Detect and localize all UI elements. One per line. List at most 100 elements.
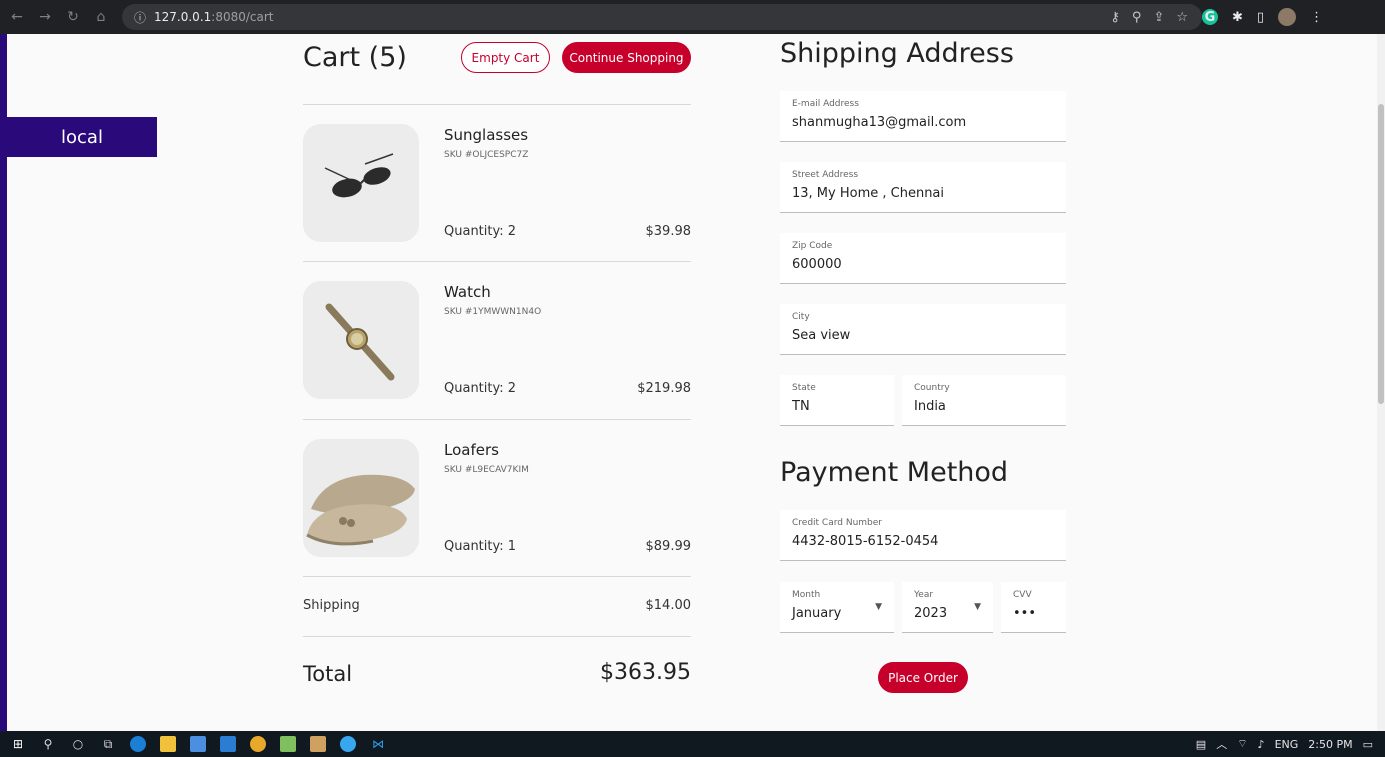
item-sku: SKU #1YMWWN1N4O <box>444 307 542 317</box>
zoom-icon[interactable]: ⚲ <box>1132 10 1142 25</box>
divider <box>303 104 691 105</box>
address-bar[interactable]: ⓘ 127.0.0.1 :8080/cart ⚷ ⚲ ⇪ ☆ <box>122 4 1202 30</box>
shipping-label: Shipping <box>303 598 360 613</box>
mail-icon[interactable] <box>220 736 236 752</box>
year-value: 2023 <box>914 606 948 621</box>
file-explorer-icon[interactable] <box>160 736 176 752</box>
city-value: Sea view <box>792 328 851 343</box>
reload-icon[interactable]: ↻ <box>62 9 84 25</box>
cart-item: Sunglasses SKU #OLJCESPC7Z Quantity: 2 $… <box>303 124 691 242</box>
scroll-thumb[interactable] <box>1378 104 1384 404</box>
item-quantity: Quantity: 2 <box>444 224 517 239</box>
store-icon[interactable] <box>190 736 206 752</box>
country-label: Country <box>914 383 950 393</box>
windows-start-icon[interactable]: ⊞ <box>10 736 26 752</box>
divider <box>303 576 691 577</box>
paint-icon[interactable] <box>310 736 326 752</box>
zip-label: Zip Code <box>792 241 833 251</box>
year-select[interactable]: Year 2023 ▼ <box>902 582 993 633</box>
item-name[interactable]: Watch <box>444 283 491 301</box>
place-order-button[interactable]: Place Order <box>878 662 968 693</box>
cvv-value: ••• <box>1013 606 1037 621</box>
shipping-value: $14.00 <box>645 598 692 613</box>
item-name[interactable]: Sunglasses <box>444 126 528 144</box>
item-sku: SKU #OLJCESPC7Z <box>444 150 529 160</box>
zip-code-field[interactable]: Zip Code 600000 <box>780 233 1066 284</box>
chevron-down-icon: ▼ <box>875 602 882 612</box>
street-value: 13, My Home , Chennai <box>792 186 945 201</box>
card-value: 4432-8015-6152-0454 <box>792 534 939 549</box>
item-quantity: Quantity: 1 <box>444 539 517 554</box>
email-value: shanmugha13@gmail.com <box>792 115 967 130</box>
task-view-icon[interactable]: ⧉ <box>100 736 116 752</box>
cart-item: Watch SKU #1YMWWN1N4O Quantity: 2 $219.9… <box>303 281 691 399</box>
environment-badge: local <box>7 117 157 157</box>
grammarly-icon[interactable]: G <box>1202 9 1218 25</box>
divider <box>303 419 691 420</box>
profile-avatar[interactable] <box>1278 8 1297 26</box>
state-field[interactable]: State TN <box>780 375 894 426</box>
notification-icon[interactable]: ▭ <box>1363 738 1373 751</box>
item-sku: SKU #L9ECAV7KIM <box>444 465 529 475</box>
forward-icon[interactable]: → <box>34 9 56 25</box>
cortana-icon[interactable]: ○ <box>70 736 86 752</box>
country-value: India <box>914 399 946 414</box>
email-field[interactable]: E-mail Address shanmugha13@gmail.com <box>780 91 1066 142</box>
left-accent-bar <box>0 34 7 731</box>
watch-image[interactable] <box>303 281 419 399</box>
credit-card-field[interactable]: Credit Card Number 4432-8015-6152-0454 <box>780 510 1066 561</box>
url-host: 127.0.0.1 <box>154 10 212 24</box>
year-label: Year <box>914 590 934 600</box>
item-name[interactable]: Loafers <box>444 441 499 459</box>
page-scrollbar[interactable] <box>1377 34 1385 731</box>
side-panel-icon[interactable]: ▯ <box>1257 10 1264 25</box>
browser-icon[interactable] <box>340 736 356 752</box>
empty-cart-button[interactable]: Empty Cart <box>461 42 550 73</box>
month-select[interactable]: Month January ▼ <box>780 582 894 633</box>
windows-taskbar: ⊞ ⚲ ○ ⧉ ⋈ ▤ ︿ ⌔ ♪ ENG 2:50 PM ▭ <box>0 731 1385 757</box>
total-value: $363.95 <box>600 660 691 685</box>
home-icon[interactable]: ⌂ <box>90 9 112 25</box>
street-label: Street Address <box>792 170 859 180</box>
shipping-address-title: Shipping Address <box>780 38 1014 69</box>
network-icon[interactable]: ⌔ <box>1237 737 1247 751</box>
volume-icon[interactable]: ♪ <box>1258 738 1265 751</box>
chevron-up-icon[interactable]: ︿ <box>1216 736 1227 752</box>
back-icon[interactable]: ← <box>6 9 28 25</box>
extensions-icon[interactable]: ✱ <box>1232 10 1243 25</box>
street-address-field[interactable]: Street Address 13, My Home , Chennai <box>780 162 1066 213</box>
vscode-icon[interactable]: ⋈ <box>370 736 386 752</box>
loafers-image[interactable] <box>303 439 419 557</box>
sunglasses-image[interactable] <box>303 124 419 242</box>
chrome-icon[interactable] <box>250 736 266 752</box>
item-price: $89.99 <box>645 539 692 554</box>
continue-shopping-button[interactable]: Continue Shopping <box>562 42 691 73</box>
browser-toolbar: ← → ↻ ⌂ ⓘ 127.0.0.1 :8080/cart ⚷ ⚲ ⇪ ☆ G… <box>0 0 1385 34</box>
clock[interactable]: 2:50 PM <box>1308 738 1352 751</box>
language-indicator[interactable]: ENG <box>1275 738 1299 751</box>
edge-icon[interactable] <box>130 736 146 752</box>
key-icon[interactable]: ⚷ <box>1110 10 1120 25</box>
chevron-down-icon: ▼ <box>974 602 981 612</box>
search-icon[interactable]: ⚲ <box>40 736 56 752</box>
item-price: $219.98 <box>637 381 691 396</box>
browser-menu-icon[interactable]: ⋮ <box>1310 10 1323 25</box>
cvv-label: CVV <box>1013 590 1032 600</box>
bookmark-star-icon[interactable]: ☆ <box>1176 10 1188 25</box>
zip-value: 600000 <box>792 257 842 272</box>
item-price: $39.98 <box>645 224 692 239</box>
notepad-icon[interactable] <box>280 736 296 752</box>
payment-method-title: Payment Method <box>780 457 1009 488</box>
divider <box>303 261 691 262</box>
share-icon[interactable]: ⇪ <box>1153 10 1164 25</box>
cart-item: Loafers SKU #L9ECAV7KIM Quantity: 1 $89.… <box>303 439 691 557</box>
site-info-icon[interactable]: ⓘ <box>134 9 146 26</box>
cvv-field[interactable]: CVV ••• <box>1001 582 1066 633</box>
url-path: :8080/cart <box>211 10 274 24</box>
cart-title: Cart (5) <box>303 42 407 73</box>
news-icon[interactable]: ▤ <box>1196 738 1206 751</box>
email-label: E-mail Address <box>792 99 859 109</box>
city-field[interactable]: City Sea view <box>780 304 1066 355</box>
state-label: State <box>792 383 816 393</box>
country-field[interactable]: Country India <box>902 375 1066 426</box>
